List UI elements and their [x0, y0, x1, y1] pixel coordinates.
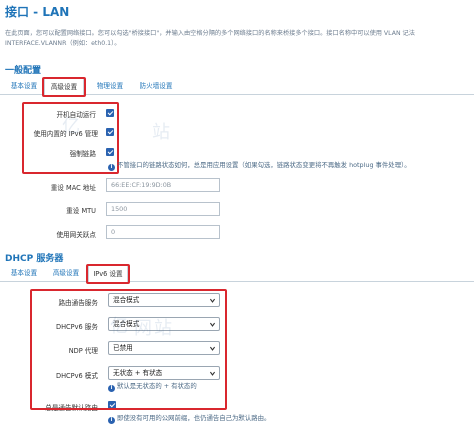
tab-dhcp-basic[interactable]: 基本设置 [4, 265, 44, 282]
mac-input[interactable]: 66:EE:CF:19:9D:0B [106, 178, 220, 192]
tab-dhcp-advanced[interactable]: 高级设置 [46, 265, 86, 282]
force-link-label: 强制链路 [69, 150, 96, 158]
watermark: 网站 [134, 318, 174, 339]
default-router-label: 总是通告默认路由 [45, 404, 98, 412]
default-router-note: i 即使没有可用的公网前缀，也仍通告自己为默认路由。 [108, 413, 270, 424]
auto-start-checkbox[interactable] [106, 109, 114, 117]
chevron-down-icon [209, 298, 216, 303]
metric-input[interactable]: 0 [106, 225, 220, 239]
page-title: 接口 - LAN [5, 5, 70, 19]
dhcp-tabs: 基本设置 高级设置 IPv6 设置 [0, 265, 474, 283]
dhcp-section-title: DHCP 服务器 [5, 254, 64, 264]
dhcpv6-mode-label: DHCPv6 模式 [56, 372, 98, 380]
force-link-checkbox[interactable] [106, 148, 114, 156]
chevron-down-icon [209, 346, 216, 351]
tab-general-advanced[interactable]: 高级设置 [44, 78, 84, 96]
tab-general-firewall[interactable]: 防火墙设置 [134, 78, 178, 95]
watermark: 站 [152, 122, 172, 143]
mtu-input[interactable]: 1500 [106, 202, 220, 216]
force-link-note-text: 不管接口的链路状态如何，总是用应用设置（如果勾选，链路状态变更将不再触发 hot… [117, 161, 411, 169]
ra-label: 路由通告服务 [58, 299, 98, 307]
dhcpv6-label: DHCPv6 服务 [56, 323, 98, 331]
watermark: 亿 [110, 316, 130, 337]
dhcpv6-mode-note-text: 默认是无状态的 + 有状态的 [117, 382, 197, 390]
ipv6-manage-checkbox[interactable] [106, 128, 114, 136]
page-description: 在此页面，您可以配置网络接口。您可以勾选"桥接接口"，并输入由空格分隔的多个网络… [5, 30, 415, 47]
tab-general-physical[interactable]: 物理设置 [88, 78, 132, 95]
ipv6-manage-label: 使用内置的 IPv6 管理 [33, 130, 98, 138]
chevron-down-icon [209, 371, 216, 376]
tab-dhcp-ipv6[interactable]: IPv6 设置 [88, 265, 128, 283]
dhcpv6-mode-select[interactable]: 无状态 + 有状态 [108, 366, 220, 380]
tab-general-basic[interactable]: 基本设置 [4, 78, 44, 95]
mac-label: 重设 MAC 地址 [50, 184, 96, 192]
ndp-label: NDP 代理 [68, 347, 98, 355]
ra-select-value: 混合模式 [113, 296, 140, 304]
general-tabs: 基本设置 高级设置 物理设置 防火墙设置 [0, 78, 474, 96]
dhcpv6-mode-select-value: 无状态 + 有状态 [113, 369, 163, 377]
info-icon: i [108, 417, 115, 424]
chevron-down-icon [209, 322, 216, 327]
metric-label: 使用网关跃点 [56, 231, 96, 239]
ndp-select[interactable]: 已禁用 [108, 341, 220, 355]
dhcpv6-mode-note: i 默认是无状态的 + 有状态的 [108, 381, 197, 392]
default-router-checkbox[interactable] [108, 401, 116, 409]
info-icon: i [108, 164, 115, 171]
watermark: 亿 [62, 116, 82, 137]
ndp-select-value: 已禁用 [113, 344, 133, 352]
force-link-note: i 不管接口的链路状态如何，总是用应用设置（如果勾选，链路状态变更将不再触发 ho… [108, 160, 411, 171]
default-router-note-text: 即使没有可用的公网前缀，也仍通告自己为默认路由。 [117, 414, 271, 422]
general-section-title: 一般配置 [5, 66, 42, 76]
ra-select[interactable]: 混合模式 [108, 293, 220, 307]
info-icon: i [108, 385, 115, 392]
mtu-label: 重设 MTU [66, 207, 96, 215]
